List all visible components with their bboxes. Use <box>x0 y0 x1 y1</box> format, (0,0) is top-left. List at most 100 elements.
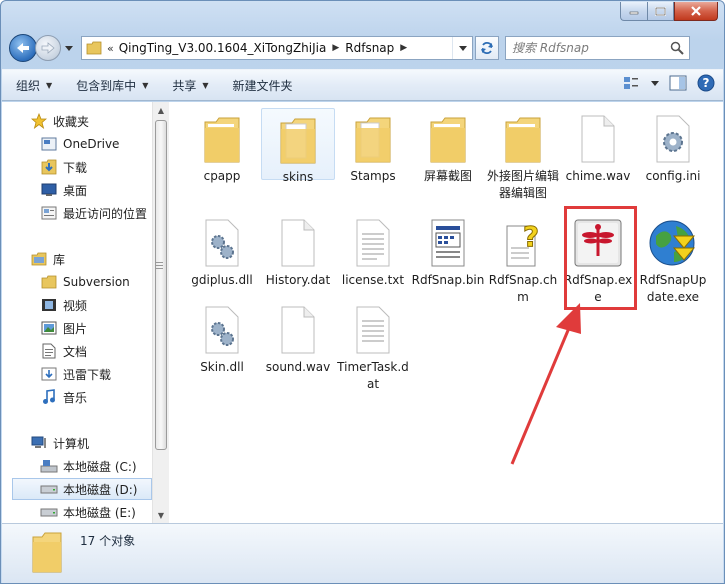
video-icon <box>40 297 58 313</box>
file-list: cpapp skins Stamps 屏幕截图 外接图片编辑器编辑图 chime… <box>169 102 723 523</box>
forward-button[interactable] <box>35 35 61 61</box>
details-pane: 17 个对象 <box>2 523 723 583</box>
computer-icon <box>30 435 48 451</box>
minimize-button[interactable] <box>620 2 647 21</box>
sidebar-item-label: 收藏夹 <box>53 114 90 129</box>
sidebar-item-music[interactable]: 音乐 <box>40 386 87 408</box>
preview-pane-button[interactable] <box>669 75 687 91</box>
close-button[interactable] <box>674 2 718 21</box>
new-folder-label: 新建文件夹 <box>232 78 293 93</box>
recent-places-icon <box>40 205 58 221</box>
onedrive-icon <box>40 136 58 152</box>
toolbar-right: ? <box>623 74 715 92</box>
chevron-down-icon: ▼ <box>202 80 209 90</box>
caption-buttons <box>620 2 718 21</box>
sidebar-item-onedrive[interactable]: OneDrive <box>40 133 119 155</box>
sidebar-item-libraries[interactable]: 库 <box>30 248 65 270</box>
explorer-window: « QingTing_V3.00.1604_XiTongZhiJia ▶ Rdf… <box>0 0 725 584</box>
sidebar-item-disk-d[interactable]: 本地磁盘 (D:) <box>12 478 152 500</box>
annotation-arrow-icon <box>510 303 581 465</box>
sidebar-item-label: Subversion <box>63 275 130 289</box>
sidebar-item-label: 文档 <box>63 344 88 359</box>
sidebar-item-label: 图片 <box>63 321 88 336</box>
chevron-down-icon: ▼ <box>142 80 149 90</box>
sidebar-scrollbar[interactable]: ▲ ▼ <box>152 102 169 523</box>
navigation-pane: 收藏夹 OneDrive 下载 桌面 最近访问的位置 库 Subversion … <box>2 102 169 523</box>
subversion-icon <box>40 274 58 290</box>
scrollbar-thumb[interactable] <box>155 120 167 450</box>
search-box[interactable] <box>505 36 690 60</box>
sidebar-item-disk-e[interactable]: 本地磁盘 (E:) <box>40 501 136 523</box>
sidebar-item-subversion[interactable]: Subversion <box>40 271 130 293</box>
organize-menu[interactable]: 组织 ▼ <box>16 77 52 94</box>
folder-icon <box>86 41 102 55</box>
sidebar-item-favorites[interactable]: 收藏夹 <box>30 110 89 132</box>
organize-label: 组织 <box>16 78 41 93</box>
preview-pane-icon <box>669 75 687 91</box>
sidebar-item-videos[interactable]: 视频 <box>40 294 87 316</box>
breadcrumb-separator-icon[interactable]: ▶ <box>400 43 407 53</box>
include-label: 包含到库中 <box>76 78 137 93</box>
scroll-up-icon[interactable]: ▲ <box>153 102 169 118</box>
breadcrumb-item[interactable]: Rdfsnap <box>345 41 394 55</box>
svg-text:?: ? <box>703 76 710 90</box>
breadcrumb-item[interactable]: QingTing_V3.00.1604_XiTongZhiJia <box>119 41 327 55</box>
sidebar-item-xunlei-downloads[interactable]: 迅雷下载 <box>40 363 111 385</box>
chevron-down-icon: ▼ <box>46 80 53 90</box>
search-icon[interactable] <box>670 41 684 55</box>
share-label: 共享 <box>172 78 197 93</box>
sidebar-item-label: 下载 <box>63 160 88 175</box>
views-icon <box>624 77 638 89</box>
drive-icon <box>40 504 58 520</box>
chevron-down-icon <box>65 45 73 51</box>
maximize-icon <box>655 6 666 16</box>
sidebar-item-label: 库 <box>53 252 66 267</box>
address-bar[interactable]: « QingTing_V3.00.1604_XiTongZhiJia ▶ Rdf… <box>81 36 473 60</box>
sidebar-item-label: 桌面 <box>63 183 88 198</box>
new-folder-button[interactable]: 新建文件夹 <box>233 77 293 94</box>
sidebar-item-label: 本地磁盘 (D:) <box>63 482 138 497</box>
command-bar: 组织 ▼ 包含到库中 ▼ 共享 ▼ 新建文件夹 ? <box>2 69 723 101</box>
scroll-down-icon[interactable]: ▼ <box>153 507 169 523</box>
breadcrumb-overflow[interactable]: « <box>107 42 114 55</box>
sidebar-item-label: 迅雷下载 <box>63 367 112 382</box>
help-icon: ? <box>697 74 715 92</box>
scrollbar-grip-icon <box>155 262 163 269</box>
sidebar-item-computer[interactable]: 计算机 <box>30 432 89 454</box>
include-in-library-menu[interactable]: 包含到库中 ▼ <box>76 77 148 94</box>
sidebar-item-label: 音乐 <box>63 390 88 405</box>
xunlei-icon <box>40 366 58 382</box>
breadcrumb-separator-icon[interactable]: ▶ <box>332 43 339 53</box>
item-count: 17 个对象 <box>80 534 136 548</box>
sidebar-item-downloads[interactable]: 下载 <box>40 156 87 178</box>
forward-arrow-icon <box>41 42 55 54</box>
share-menu[interactable]: 共享 ▼ <box>172 77 208 94</box>
sidebar-item-label: 视频 <box>63 298 88 313</box>
sidebar-item-disk-c[interactable]: 本地磁盘 (C:) <box>40 455 137 477</box>
sidebar-item-label: 本地磁盘 (C:) <box>63 459 137 474</box>
sidebar-item-label: 计算机 <box>53 436 90 451</box>
search-input[interactable] <box>512 41 662 55</box>
navigation-bar: « QingTing_V3.00.1604_XiTongZhiJia ▶ Rdf… <box>9 31 716 65</box>
sidebar-item-label: 最近访问的位置 <box>63 206 148 221</box>
maximize-button[interactable] <box>647 2 674 21</box>
sidebar-item-desktop[interactable]: 桌面 <box>40 179 87 201</box>
view-options-button[interactable] <box>623 75 641 91</box>
recent-pages-dropdown[interactable] <box>63 42 75 54</box>
desktop-icon <box>40 182 58 198</box>
sidebar-item-label: 本地磁盘 (E:) <box>63 505 136 520</box>
sidebar-item-pictures[interactable]: 图片 <box>40 317 87 339</box>
close-icon <box>691 6 701 16</box>
address-dropdown-button[interactable] <box>452 37 472 59</box>
documents-icon <box>40 343 58 359</box>
drive-icon <box>40 481 58 497</box>
view-dropdown-button[interactable] <box>651 80 659 86</box>
system-drive-icon <box>40 458 58 474</box>
folder-icon <box>30 530 64 577</box>
sidebar-item-recent-places[interactable]: 最近访问的位置 <box>40 202 147 224</box>
downloads-icon <box>40 159 58 175</box>
refresh-button[interactable] <box>475 36 499 60</box>
help-button[interactable]: ? <box>697 74 715 92</box>
back-button[interactable] <box>9 34 37 62</box>
sidebar-item-documents[interactable]: 文档 <box>40 340 87 362</box>
